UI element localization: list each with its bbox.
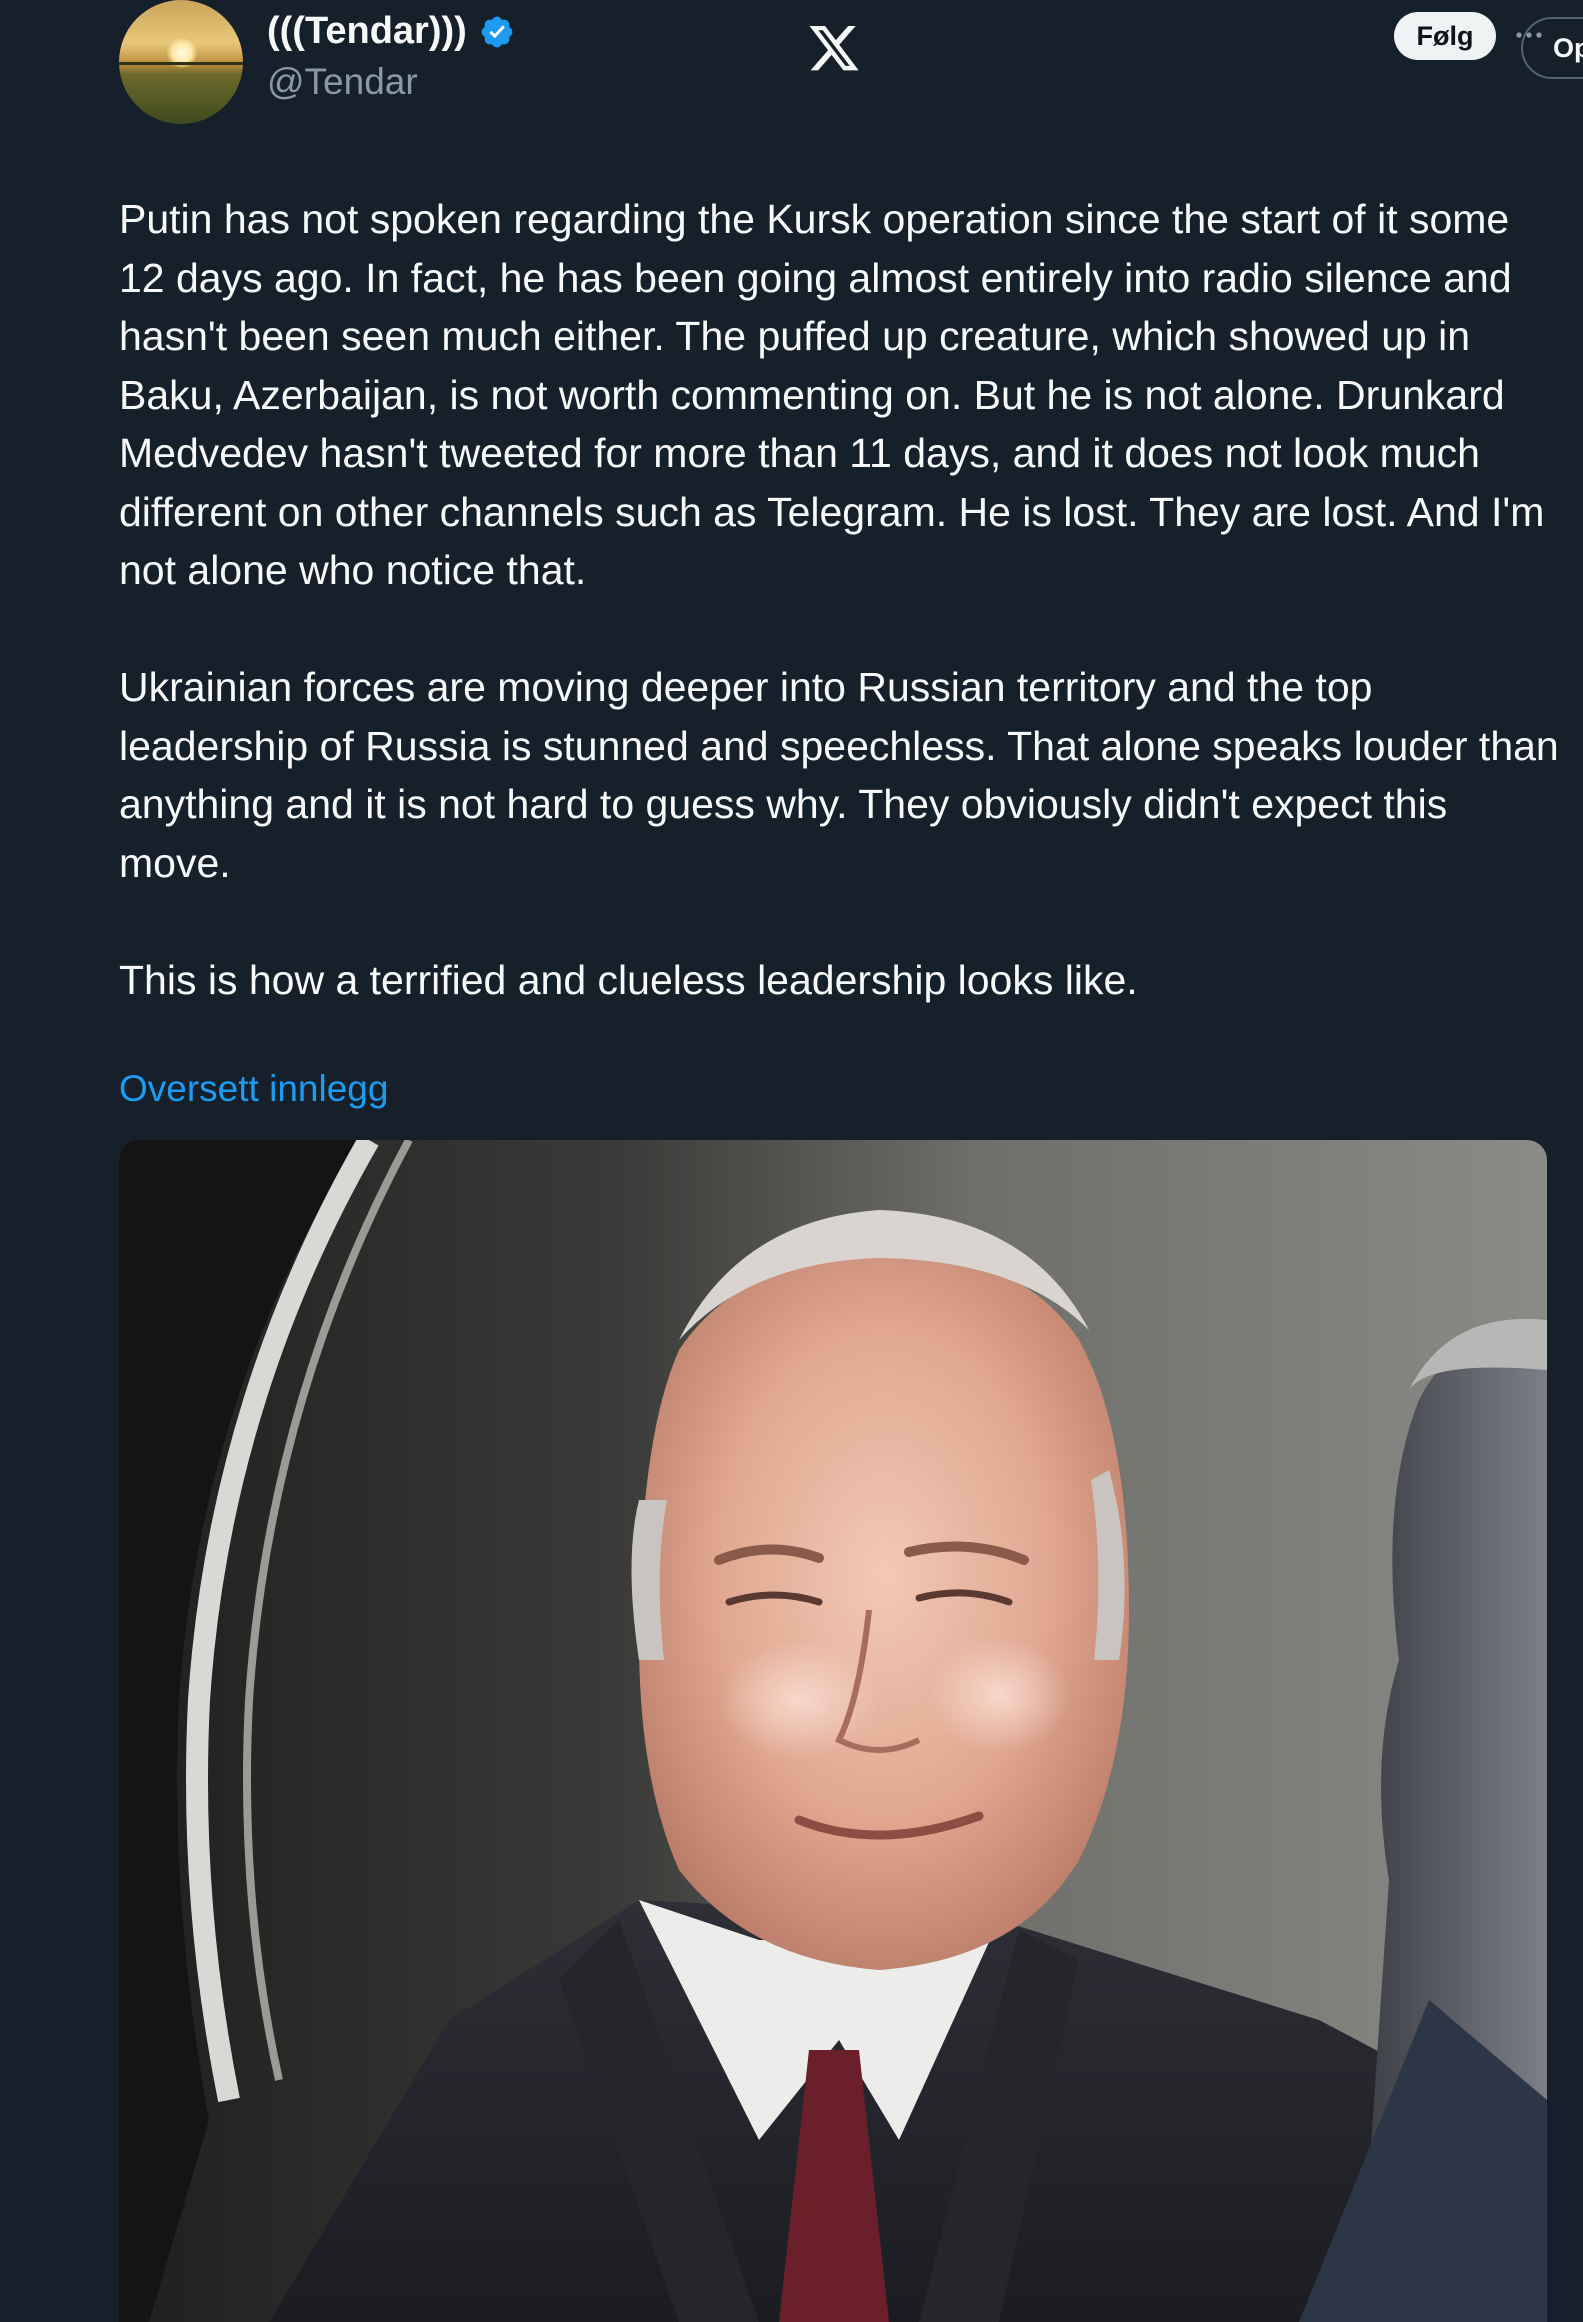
- translate-post-link[interactable]: Oversett innlegg: [119, 1068, 388, 1110]
- x-logo-icon[interactable]: [806, 26, 862, 76]
- follow-button[interactable]: Følg: [1394, 12, 1496, 60]
- photo-illustration: [119, 1140, 1547, 2322]
- tweet-paragraph: This is how a terrified and clueless lea…: [119, 956, 1138, 1003]
- avatar[interactable]: [119, 0, 243, 124]
- tweet-text: Putin has not spoken regarding the Kursk…: [119, 190, 1559, 1009]
- tweet-paragraph: Ukrainian forces are moving deeper into …: [119, 664, 1559, 886]
- tweet-paragraph: Putin has not spoken regarding the Kursk…: [119, 196, 1545, 593]
- display-name[interactable]: (((Tendar))): [267, 10, 467, 53]
- open-app-button[interactable]: Op: [1521, 17, 1583, 79]
- verified-badge-icon: [481, 16, 513, 47]
- author-handle[interactable]: @Tendar: [267, 61, 418, 103]
- avatar-horizon: [119, 62, 243, 65]
- author-name-row[interactable]: (((Tendar))): [267, 10, 515, 53]
- tweet-media-photo[interactable]: [119, 1140, 1547, 2322]
